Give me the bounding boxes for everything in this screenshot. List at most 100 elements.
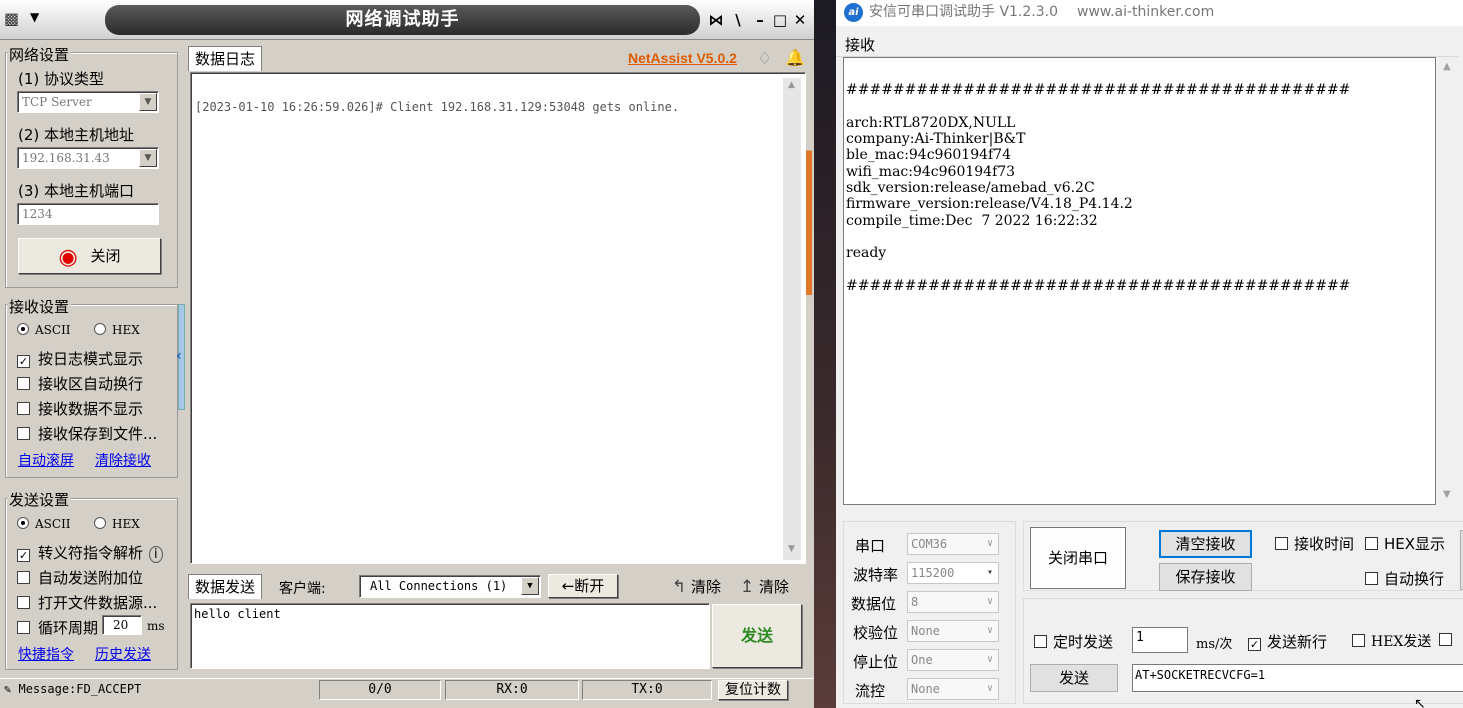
auto-scroll-link[interactable]: 自动滚屏 (18, 450, 74, 470)
databits-value: 8 (911, 595, 919, 609)
clear-receive-button[interactable]: 清空接收 (1159, 530, 1252, 558)
close-button[interactable]: ✕ (790, 10, 810, 30)
receive-scrollbar[interactable]: ▲ ▼ (1440, 57, 1458, 505)
hide-data-checkbox[interactable]: 接收数据不显示 (17, 398, 143, 419)
shortcuts-link[interactable]: 快捷指令 (18, 644, 74, 664)
hex-send-checkbox[interactable]: HEX发送 (1352, 631, 1431, 651)
status-message-text: Message:FD_ACCEPT (18, 682, 142, 696)
reset-count-button[interactable]: 复位计数 (718, 680, 788, 700)
parity-select[interactable]: None ∨ (907, 620, 999, 642)
timed-send-checkbox[interactable]: 定时发送 (1034, 631, 1113, 652)
flow-label: 流控 (855, 682, 886, 700)
checkbox-empty-icon (17, 377, 30, 390)
send-hex-radio[interactable]: HEX (94, 517, 140, 531)
receive-line (846, 99, 1350, 115)
host-port-input[interactable]: 1234 (17, 203, 159, 225)
chevron-down-icon[interactable]: ▼ (139, 93, 157, 111)
system-menu-icon[interactable]: ▼ (30, 10, 39, 24)
pin-icon[interactable]: ⋈ (706, 10, 726, 30)
scroll-down-icon[interactable]: ▼ (1443, 489, 1451, 500)
send-input[interactable]: AT+SOCKETRECVCFG=1 (1132, 664, 1463, 692)
save-receive-button[interactable]: 保存接收 (1159, 563, 1252, 591)
disconnect-button[interactable]: ←断开 (548, 574, 618, 598)
scroll-up-icon[interactable]: ▲ (788, 80, 795, 90)
escape-parse-label: 转义符指令解析 (38, 544, 144, 562)
collapse-chevron-icon[interactable]: ‹ (176, 348, 182, 364)
chevron-down-icon[interactable]: ▼ (521, 577, 539, 595)
log-mode-checkbox[interactable]: ✓ 按日志模式显示 (17, 348, 143, 369)
protocol-value: TCP Server (22, 95, 92, 109)
hex-display-checkbox[interactable]: HEX显示 (1365, 533, 1445, 554)
clear-receive-label: 清除 (691, 578, 722, 596)
bell-icon[interactable]: 🔔 (785, 48, 805, 67)
diamond-icon[interactable]: ♢ (757, 49, 772, 69)
send-button[interactable]: 发送 (712, 604, 802, 668)
save-to-file-checkbox[interactable]: 接收保存到文件... (17, 423, 157, 444)
send-ascii-radio[interactable]: ASCII (17, 517, 71, 531)
close-port-button[interactable]: 关闭串口 (1030, 527, 1126, 589)
clear-receive-button[interactable]: ↰ 清除 (672, 576, 721, 597)
clipped-checkbox[interactable] (1439, 633, 1452, 646)
loop-period-input[interactable]: 20 (102, 615, 142, 635)
send-text: hello client (194, 607, 281, 621)
flow-select[interactable]: None ∨ (907, 678, 999, 700)
escape-parse-checkbox[interactable]: ✓ 转义符指令解析 i (17, 542, 163, 563)
append-bits-checkbox[interactable]: 自动发送附加位 (17, 567, 143, 588)
loop-period-checkbox[interactable]: 循环周期 (17, 617, 98, 638)
databits-select[interactable]: 8 ∨ (907, 591, 999, 613)
send-textarea[interactable]: hello client (190, 603, 710, 669)
tab-data-log[interactable]: 数据日志 (188, 46, 263, 71)
interval-input[interactable]: 1 (1132, 627, 1188, 653)
clear-receive-link[interactable]: 清除接收 (95, 450, 151, 470)
send-newline-checkbox[interactable]: ✓ 发送新行 (1248, 631, 1327, 652)
radio-empty-icon (94, 323, 106, 335)
clear-send-button[interactable]: ↥ 清除 (740, 576, 789, 597)
radio-selected-icon (17, 323, 29, 335)
recv-auto-wrap-checkbox[interactable]: 接收区自动换行 (17, 373, 143, 394)
tab-data-send[interactable]: 数据发送 (188, 574, 263, 599)
app-icon[interactable]: ▩ (4, 9, 24, 29)
connection-select[interactable]: All Connections (1) ▼ (359, 575, 541, 598)
stopbits-select[interactable]: One ∨ (907, 649, 999, 671)
send-newline-label: 发送新行 (1267, 633, 1328, 651)
receive-line (846, 66, 1350, 82)
send-button[interactable]: 发送 (1030, 664, 1118, 692)
receive-line: sdk_version:release/amebad_v6.2C (846, 180, 1095, 197)
ai-thinker-logo-icon: ai (844, 3, 863, 22)
recv-hex-radio[interactable]: HEX (94, 323, 140, 337)
history-link[interactable]: 历史发送 (95, 644, 151, 664)
host-address-label: (2) 本地主机地址 (18, 126, 135, 144)
protocol-select[interactable]: TCP Server ▼ (17, 91, 159, 113)
chevron-down-icon[interactable]: ▼ (139, 149, 157, 167)
led-icon: ◉ (58, 245, 78, 270)
log-panel[interactable]: [2023-01-10 16:26:59.026]# Client 192.16… (190, 72, 806, 564)
checkbox-empty-icon (17, 596, 30, 609)
auto-wrap-checkbox[interactable]: 自动换行 (1365, 568, 1444, 589)
help-icon[interactable]: \ (728, 10, 748, 30)
host-address-select[interactable]: 192.168.31.43 ▼ (17, 147, 159, 169)
maximize-button[interactable]: □ (770, 10, 790, 30)
brand-link[interactable]: NetAssist V5.0.2 (628, 50, 737, 66)
open-file-checkbox[interactable]: 打开文件数据源... (17, 592, 157, 613)
recv-time-checkbox[interactable]: 接收时间 (1275, 533, 1354, 554)
minimize-button[interactable]: – (750, 10, 770, 30)
hide-data-label: 接收数据不显示 (38, 400, 144, 418)
baud-select[interactable]: 115200 ▾ (907, 562, 999, 584)
port-select[interactable]: COM36 ∨ (907, 533, 999, 555)
checkbox-empty-icon (1352, 634, 1365, 647)
scroll-down-icon[interactable]: ▼ (788, 544, 795, 554)
recv-ascii-radio[interactable]: ASCII (17, 323, 71, 337)
checkbox-empty-icon (17, 621, 30, 634)
undo-icon: ↰ (672, 577, 687, 597)
scroll-up-icon[interactable]: ▲ (1443, 61, 1451, 72)
receive-line: company:Ai-Thinker|B&T (846, 131, 1026, 148)
receive-textarea[interactable]: ########################################… (843, 57, 1436, 505)
info-icon[interactable]: i (149, 546, 163, 563)
receive-line: ########################################… (846, 82, 1351, 99)
log-scrollbar[interactable]: ▲ ▼ (783, 78, 801, 560)
interval-unit: ms/次 (1196, 637, 1233, 652)
receive-line: arch:RTL8720DX,NULL (846, 114, 1016, 131)
flow-value: None (911, 682, 940, 696)
recv-ascii-label: ASCII (35, 323, 71, 337)
toggle-connection-button[interactable]: ◉ 关闭 (18, 238, 161, 274)
